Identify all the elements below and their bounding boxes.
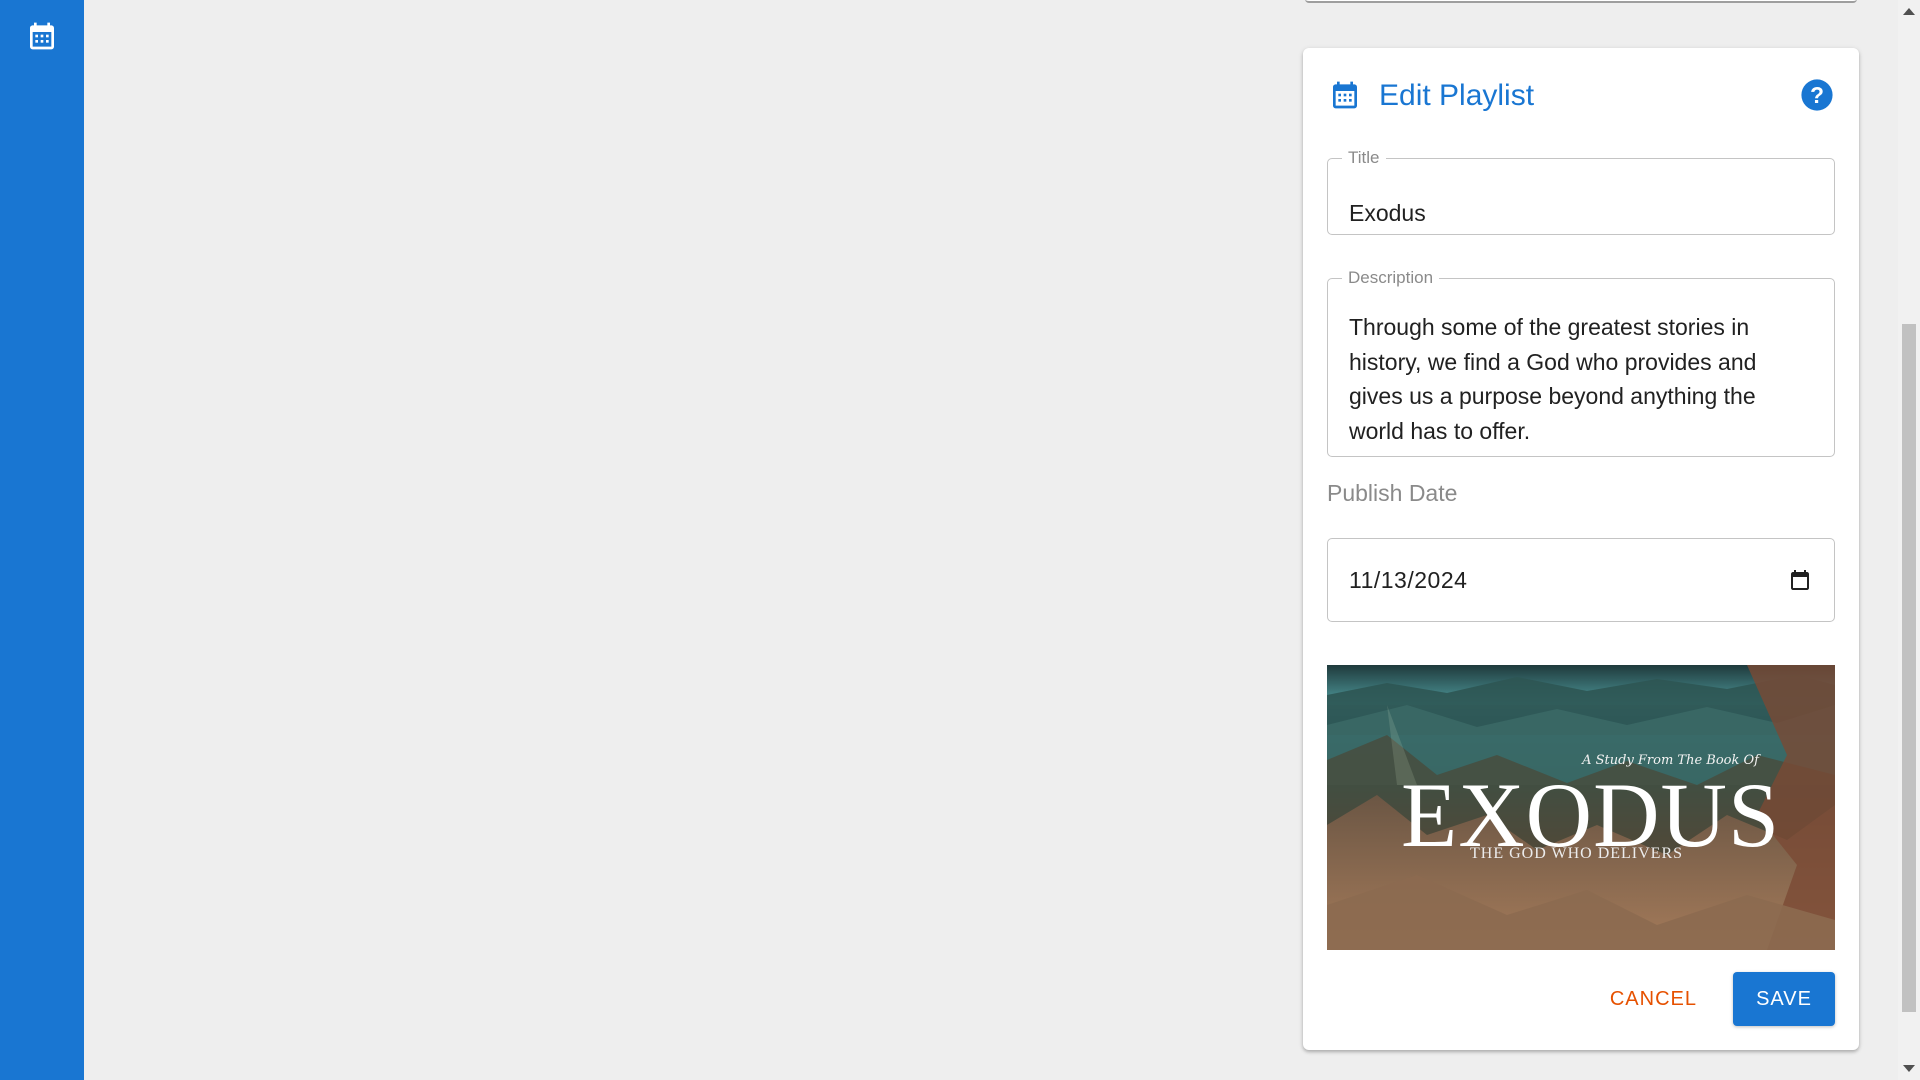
- publish-date-value[interactable]: 11/13/2024: [1349, 567, 1467, 594]
- cover-subtitle-text: THE GOD WHO DELIVERS: [1470, 845, 1684, 862]
- previous-card-edge: [1305, 0, 1857, 3]
- cancel-button[interactable]: CANCEL: [1596, 972, 1711, 1026]
- calendar-outline-icon[interactable]: [1788, 568, 1812, 592]
- save-button[interactable]: SAVE: [1733, 972, 1835, 1026]
- scrollbar-thumb[interactable]: [1902, 324, 1916, 1012]
- scroll-down-arrow-icon[interactable]: [1903, 1065, 1915, 1072]
- help-circle-icon[interactable]: ?: [1800, 78, 1834, 112]
- calendar-icon: [1333, 81, 1357, 109]
- calendar-icon[interactable]: [26, 20, 58, 52]
- dialog-title: Edit Playlist: [1379, 79, 1535, 112]
- page-scrollbar[interactable]: [1898, 0, 1920, 1080]
- svg-text:?: ?: [1810, 82, 1824, 108]
- title-field[interactable]: Title Exodus: [1327, 148, 1835, 235]
- publish-date-label: Publish Date: [1327, 480, 1458, 506]
- title-field-label: Title: [1348, 148, 1380, 167]
- card-header: Edit Playlist ?: [1329, 74, 1834, 118]
- scroll-up-arrow-icon[interactable]: [1903, 8, 1915, 15]
- publish-date-input[interactable]: 11/13/2024: [1327, 538, 1835, 622]
- sidebar: [0, 0, 84, 1080]
- title-input-value[interactable]: Exodus: [1349, 200, 1426, 227]
- playlist-cover-image: A Study From The Book Of EXODUS THE GOD …: [1327, 665, 1835, 950]
- description-field-label: Description: [1348, 268, 1434, 287]
- edit-playlist-card: Edit Playlist ? Title Exodus Description…: [1303, 48, 1859, 1050]
- description-field[interactable]: Description Through some of the greatest…: [1327, 268, 1835, 457]
- description-textarea-value[interactable]: Through some of the greatest stories in …: [1349, 310, 1809, 448]
